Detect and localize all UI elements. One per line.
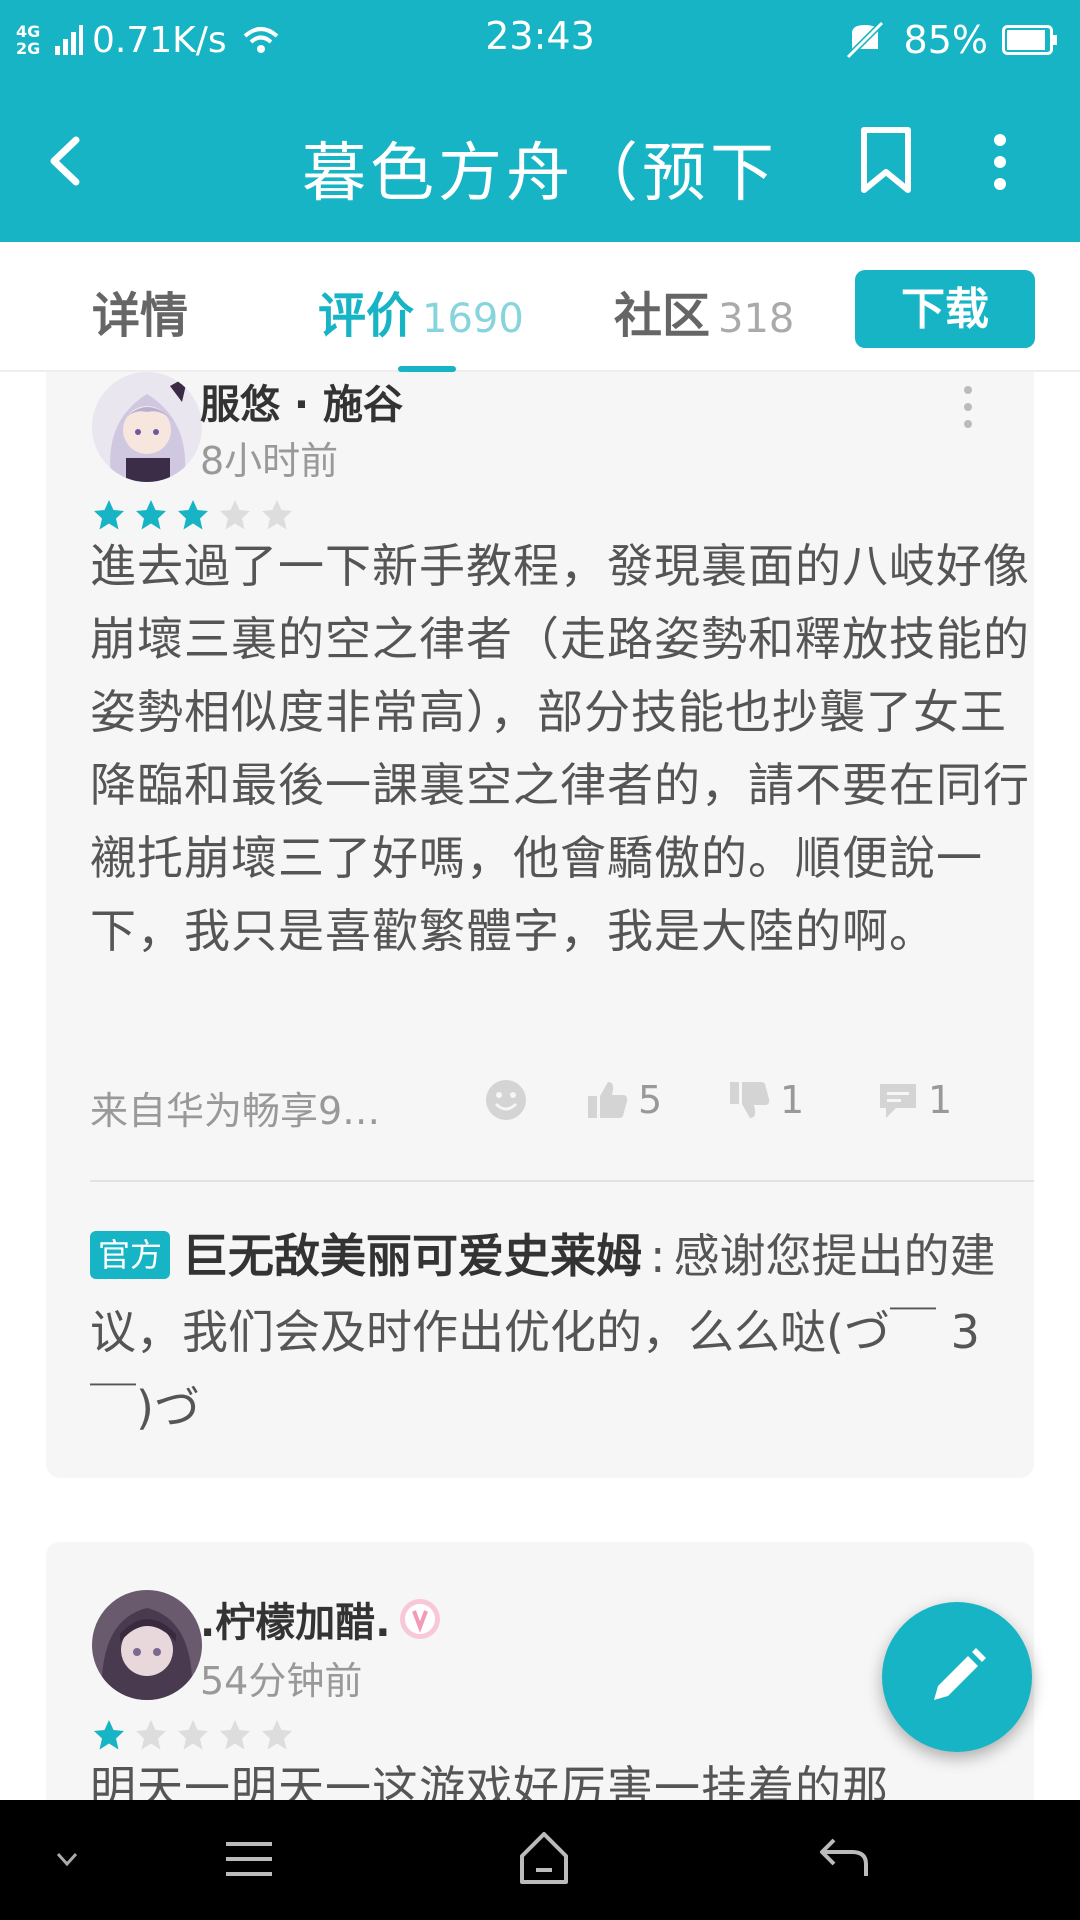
star-filled-icon — [94, 1720, 124, 1750]
review-time: 8小时前 — [200, 439, 339, 483]
avatar[interactable] — [92, 372, 202, 482]
review-time: 54分钟前 — [200, 1659, 363, 1703]
mute-icon — [845, 20, 884, 60]
tab-details[interactable]: 详情 — [92, 276, 188, 346]
review-username-row: .柠檬加醋. — [200, 1590, 442, 1648]
rating-stars — [92, 1718, 302, 1752]
system-nav-bar — [0, 1800, 1080, 1920]
like-button[interactable]: 5 — [586, 1078, 662, 1122]
thumbs-up-icon — [588, 1082, 628, 1118]
tab-reviews-count: 1690 — [422, 296, 524, 342]
app-bar: 暮色方舟（预下 — [0, 80, 1080, 242]
bookmark-icon[interactable] — [858, 126, 914, 196]
battery-percent: 85% — [903, 18, 988, 62]
download-button[interactable]: 下载 — [855, 270, 1035, 348]
dislike-button[interactable]: 1 — [728, 1078, 804, 1122]
emoji-reaction-button[interactable] — [484, 1078, 536, 1122]
star-filled-icon — [178, 500, 208, 530]
battery-icon — [1002, 25, 1057, 55]
tab-reviews-label: 评价 — [318, 288, 415, 344]
tab-community-label: 社区 — [614, 288, 711, 344]
comment-icon — [880, 1084, 916, 1118]
official-reply: 官方 巨无敌美丽可爱史莱姆: 感谢您提出的建议，我们会及时作出优化的，么么哒(づ￣ … — [90, 1218, 1030, 1446]
review-username[interactable]: .柠檬加醋. — [200, 1590, 390, 1648]
reply-separator: : — [650, 1229, 666, 1283]
official-badge: 官方 — [90, 1231, 171, 1279]
write-review-button[interactable] — [882, 1602, 1032, 1752]
tab-community[interactable]: 社区 318 — [614, 276, 794, 346]
star-empty-icon — [136, 1720, 166, 1750]
like-count: 5 — [638, 1078, 663, 1122]
dislike-count: 1 — [780, 1078, 805, 1122]
rating-stars — [92, 498, 302, 532]
review-list[interactable]: 服悠 · 施谷 8小时前 進去過了一下新手教程，發現裏面的八岐好像崩壞三裏的空之… — [0, 372, 1080, 1800]
review-text: 明天一明天一这游戏好厉害一挂着的那 — [90, 1761, 889, 1800]
card-more-icon[interactable] — [958, 382, 978, 432]
status-right: 85% — [844, 14, 1058, 66]
chevron-down-icon[interactable] — [52, 1844, 82, 1874]
smiley-icon — [486, 1080, 526, 1120]
tab-community-count: 318 — [718, 296, 795, 342]
tab-reviews[interactable]: 评价 1690 — [318, 276, 524, 346]
thumbs-down-icon — [730, 1082, 770, 1118]
review-card: 服悠 · 施谷 8小时前 進去過了一下新手教程，發現裏面的八岐好像崩壞三裏的空之… — [46, 372, 1034, 1478]
review-text: 進去過了一下新手教程，發現裏面的八岐好像崩壞三裏的空之律者（走路姿勢和釋放技能的… — [90, 539, 1030, 958]
home-icon[interactable] — [518, 1830, 570, 1886]
star-empty-icon — [262, 500, 292, 530]
star-empty-icon — [220, 1720, 250, 1750]
page-title: 暮色方舟（预下 — [302, 137, 778, 211]
reply-author[interactable]: 巨无敌美丽可爱史莱姆 — [182, 1229, 642, 1283]
review-device: 来自华为畅享9… — [90, 1089, 381, 1133]
status-bar: 4G 2G 0.71K/s 23:43 85% — [0, 0, 1080, 80]
more-options-icon[interactable] — [980, 130, 1020, 194]
star-filled-icon — [94, 500, 124, 530]
star-empty-icon — [262, 1720, 292, 1750]
back-nav-icon[interactable] — [818, 1834, 870, 1880]
tab-bar: 详情 评价 1690 社区 318 下载 — [0, 242, 1080, 372]
star-filled-icon — [136, 500, 166, 530]
user-badge-icon — [400, 1599, 441, 1639]
avatar[interactable] — [92, 1590, 202, 1700]
comment-count: 1 — [928, 1078, 953, 1122]
divider — [90, 1180, 1034, 1182]
menu-icon[interactable] — [224, 1836, 274, 1882]
comment-button[interactable]: 1 — [876, 1078, 952, 1122]
star-empty-icon — [178, 1720, 208, 1750]
review-username[interactable]: 服悠 · 施谷 — [200, 372, 403, 430]
tab-details-label: 详情 — [92, 288, 189, 344]
pencil-icon — [934, 1648, 986, 1700]
star-empty-icon — [220, 500, 250, 530]
